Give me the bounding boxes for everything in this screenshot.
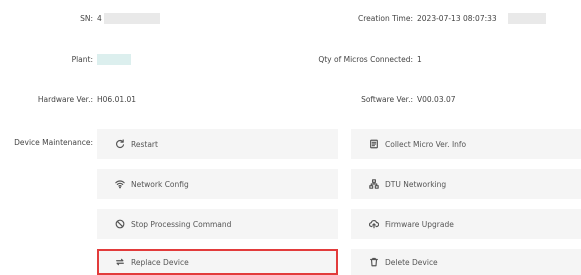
network-config-label: Network Config — [131, 179, 189, 189]
network-config-button[interactable]: Network Config — [97, 169, 338, 199]
plant-label: Plant: — [71, 55, 93, 64]
creation-time-redaction — [508, 13, 546, 24]
plant-redaction — [97, 54, 131, 65]
hardware-version-label: Hardware Ver.: — [37, 95, 93, 104]
collect-micro-ver-info-button[interactable]: Collect Micro Ver. Info — [351, 129, 581, 159]
qty-micros-label: Qty of Micros Connected: — [318, 55, 413, 64]
sn-value: 4 — [97, 14, 102, 23]
dtu-networking-button[interactable]: DTU Networking — [351, 169, 581, 199]
creation-time-label: Creation Time: — [358, 14, 413, 23]
dtu-networking-label: DTU Networking — [385, 179, 447, 189]
replace-device-label: Replace Device — [131, 257, 189, 267]
creation-time-value: 2023-07-13 08:07:33 — [417, 14, 497, 23]
delete-device-button[interactable]: Delete Device — [351, 249, 581, 275]
firmware-upgrade-label: Firmware Upgrade — [385, 219, 454, 229]
restart-icon — [114, 138, 126, 150]
cloud-upload-icon — [368, 218, 380, 230]
sn-label: SN: — [80, 14, 93, 23]
swap-icon — [114, 256, 126, 268]
collect-micro-ver-info-label: Collect Micro Ver. Info — [385, 139, 467, 149]
stop-processing-command-label: Stop Processing Command — [131, 219, 232, 229]
wifi-icon — [114, 178, 126, 190]
restart-button[interactable]: Restart — [97, 129, 338, 159]
replace-device-button[interactable]: Replace Device — [97, 249, 338, 275]
document-icon — [368, 138, 380, 150]
network-nodes-icon — [368, 178, 380, 190]
prohibited-icon — [114, 218, 126, 230]
software-version-label: Software Ver.: — [361, 95, 413, 104]
restart-button-label: Restart — [131, 139, 158, 149]
qty-micros-value: 1 — [417, 55, 422, 64]
firmware-upgrade-button[interactable]: Firmware Upgrade — [351, 209, 581, 239]
sn-redaction — [104, 13, 160, 24]
trash-icon — [368, 256, 380, 268]
stop-processing-command-button[interactable]: Stop Processing Command — [97, 209, 338, 239]
hardware-version-value: H06.01.01 — [97, 95, 137, 104]
delete-device-label: Delete Device — [385, 257, 438, 267]
software-version-value: V00.03.07 — [417, 95, 456, 104]
device-maintenance-label: Device Maintenance: — [14, 138, 93, 147]
